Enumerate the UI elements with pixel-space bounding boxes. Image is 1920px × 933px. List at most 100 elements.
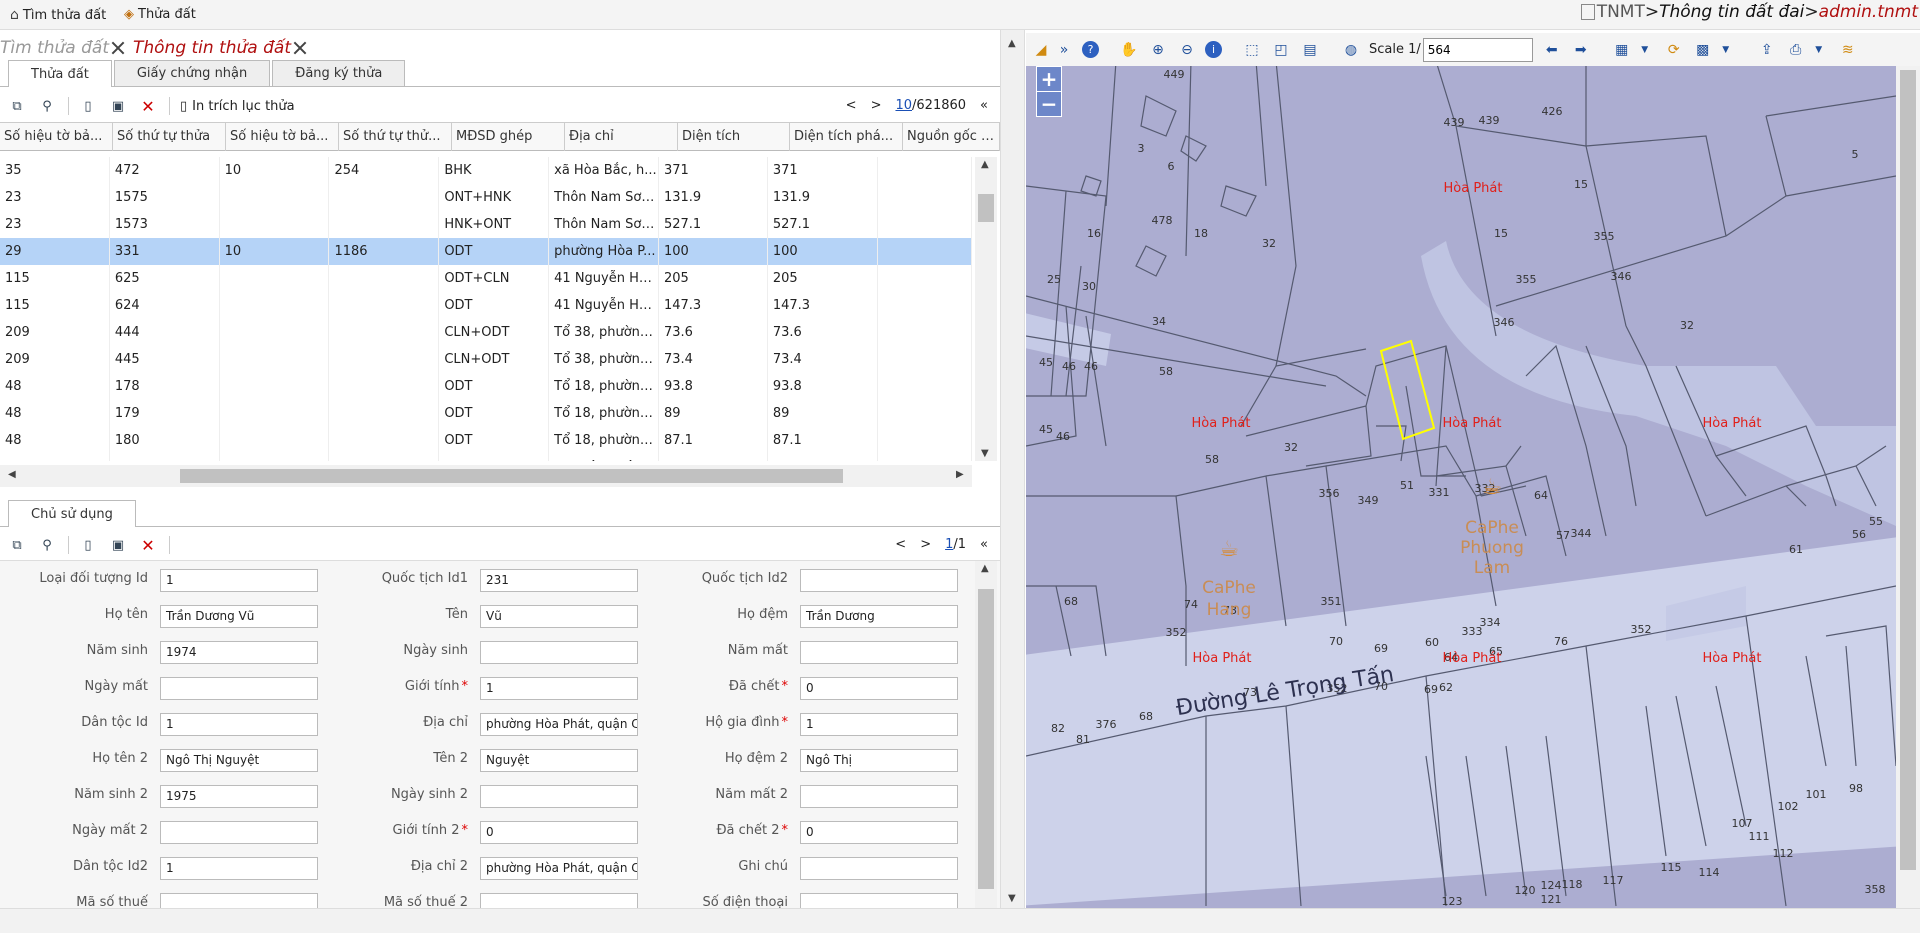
col-header[interactable]: Số hiệu tờ bả... [226, 123, 339, 151]
map-zoom-out-button[interactable]: − [1036, 91, 1062, 117]
table-row[interactable]: 48 178 ODT Tổ 18, phường... 93.8 93.8 [0, 373, 972, 400]
col-header[interactable]: Diện tích [678, 123, 790, 151]
pager-current[interactable]: 10 [895, 98, 912, 113]
help-icon[interactable]: ? [1082, 41, 1099, 58]
pager-prev[interactable]: < [895, 537, 906, 552]
scroll-right-icon[interactable]: ▶ [956, 469, 964, 480]
save-icon[interactable]: ▣ [109, 536, 127, 554]
pager-next[interactable]: > [920, 537, 931, 552]
zoom-in-icon[interactable]: ⊕ [1147, 39, 1169, 61]
tab-chu-su-dung[interactable]: Chủ sử dụng [8, 500, 136, 527]
pager-collapse[interactable]: « [980, 98, 988, 113]
form-vertical-scrollbar[interactable]: ▲ [975, 561, 997, 908]
refresh-icon[interactable]: ⟳ [1663, 39, 1685, 61]
col-header[interactable]: Nguồn gốc hì... [903, 123, 1000, 151]
pager-prev[interactable]: < [846, 98, 857, 113]
delete-icon[interactable]: ✕ [139, 97, 157, 116]
measure-icon[interactable]: ◰ [1270, 39, 1292, 61]
zoom-out-icon[interactable]: ⊖ [1176, 39, 1198, 61]
new-doc-icon[interactable]: ▯ [79, 536, 97, 554]
map-canvas[interactable]: 449 426 439 439 5 3 6 478 18 32 15 15 355 346 355 346 32… [1026, 66, 1896, 908]
field-input[interactable]: Vũ [480, 605, 638, 628]
close-icon[interactable] [293, 41, 307, 55]
dropdown-icon[interactable]: ▼ [1634, 39, 1656, 61]
tab-dang-ky-thua[interactable]: Đăng ký thửa [272, 60, 406, 86]
field-input[interactable]: Ngô Thị [800, 749, 958, 772]
menu-thua-dat[interactable]: ◈ Thửa đất [124, 7, 196, 22]
field-input[interactable]: 1 [160, 713, 318, 736]
field-input[interactable]: 0 [800, 821, 958, 844]
tab-giay-chung-nhan[interactable]: Giấy chứng nhận [113, 60, 271, 86]
panel-splitter[interactable]: ▲ ▼ [1000, 30, 1025, 908]
field-input[interactable]: Trần Dương Vũ [160, 605, 318, 628]
field-input[interactable]: 0 [480, 821, 638, 844]
double-chevron-icon[interactable]: » [1053, 39, 1075, 61]
scroll-down-icon[interactable]: ▼ [1008, 893, 1016, 904]
col-header[interactable]: Số thứ tự thửa [113, 123, 226, 151]
scroll-up-icon[interactable]: ▲ [981, 563, 989, 574]
grid-horizontal-scrollbar[interactable]: ◀ ▶ [0, 465, 972, 487]
field-input[interactable]: Trần Dương [800, 605, 958, 628]
delete-icon[interactable]: ✕ [139, 536, 157, 555]
dropdown-icon[interactable]: ▼ [1808, 39, 1830, 61]
field-input[interactable] [800, 857, 958, 880]
col-header[interactable]: Số hiệu tờ bả... [0, 123, 113, 151]
save-icon[interactable]: ▣ [109, 97, 127, 115]
col-header[interactable]: MĐSD ghép [452, 123, 565, 151]
cadastral-map[interactable]: 449 426 439 439 5 3 6 478 18 32 15 15 355 346 355 346 32… [1026, 66, 1896, 908]
table-row[interactable]: 115 624 ODT 41 Nguyễn Hu... 147.3 147.3 [0, 292, 972, 319]
table-row[interactable]: 209 444 CLN+ODT Tổ 38, phường... 73.6 73.6 [0, 319, 972, 346]
arrow-right-icon[interactable]: ➡ [1570, 39, 1592, 61]
scale-input[interactable] [1422, 37, 1533, 62]
table-row[interactable]: 35 472 10 254 BHK xã Hòa Bắc, h... 371 371 [0, 157, 972, 184]
search-icon[interactable]: ⚲ [38, 97, 56, 115]
copy-icon[interactable]: ⧉ [8, 536, 26, 554]
field-input[interactable]: 1975 [160, 785, 318, 808]
breadcrumb-tnmt[interactable]: TNMT [1597, 2, 1645, 22]
field-input[interactable] [800, 785, 958, 808]
field-input[interactable] [800, 641, 958, 664]
field-input[interactable] [480, 641, 638, 664]
print-icon[interactable]: ⎙ [1785, 39, 1807, 61]
table-row[interactable]: 23 1573 HNK+ONT Thôn Nam Sơn... 527.1 527.1 [0, 211, 972, 238]
info-icon[interactable]: i [1205, 41, 1222, 58]
table-row[interactable]: 29 331 10 1186 ODT phường Hòa P... 100 100 [0, 238, 972, 265]
scroll-up-icon[interactable]: ▲ [981, 159, 989, 170]
layers-grid-icon[interactable]: ▦ [1611, 39, 1633, 61]
globe-icon[interactable]: ◍ [1340, 39, 1362, 61]
pager-collapse[interactable]: « [980, 537, 988, 552]
field-input[interactable]: phường Hòa Phát, quận Cẩm Lệ [480, 857, 638, 880]
grid-select-icon[interactable]: ▩ [1692, 39, 1714, 61]
doc-tab-thong-tin-thua-dat[interactable]: Thông tin thửa đất [133, 38, 307, 58]
doc-tab-tim-thua-dat[interactable]: Tìm thửa đất [0, 38, 125, 58]
field-input[interactable]: 0 [800, 677, 958, 700]
table-row[interactable]: 23 1575 ONT+HNK Thôn Nam Sơn... 131.9 131.9 [0, 184, 972, 211]
field-input[interactable]: 1 [480, 677, 638, 700]
print-extract-button[interactable]: ▯ In trích lục thửa [180, 99, 295, 114]
field-input[interactable]: 1 [160, 857, 318, 880]
field-input[interactable] [480, 893, 638, 908]
field-input[interactable]: 231 [480, 569, 638, 592]
col-header[interactable]: Diện tích phá... [790, 123, 903, 151]
field-input[interactable]: phường Hòa Phát, quận Cẩm Lệ [480, 713, 638, 736]
field-input[interactable]: 1 [800, 713, 958, 736]
field-input[interactable]: Ngô Thị Nguyệt [160, 749, 318, 772]
map-vertical-scrollbar[interactable] [1896, 66, 1920, 908]
scroll-down-icon[interactable]: ▼ [981, 448, 989, 459]
pager-next[interactable]: > [871, 98, 882, 113]
select-icon[interactable]: ⬚ [1241, 39, 1263, 61]
tab-thua-dat[interactable]: Thửa đất [8, 60, 112, 87]
field-input[interactable] [160, 821, 318, 844]
breadcrumb-user[interactable]: admin.tnmt [1819, 2, 1918, 22]
copy-icon[interactable]: ⧉ [8, 97, 26, 115]
field-input[interactable]: Nguyệt [480, 749, 638, 772]
table-row[interactable]: 209 445 CLN+ODT Tổ 38, phường... 73.4 73.4 [0, 346, 972, 373]
scroll-up-icon[interactable]: ▲ [1008, 38, 1016, 49]
table-row[interactable]: 48 180 ODT Tổ 18, phường... 87.1 87.1 [0, 427, 972, 454]
field-input[interactable]: 1974 [160, 641, 318, 664]
table-row[interactable]: 48 179 ODT Tổ 18, phường... 89 89 [0, 400, 972, 427]
table-icon[interactable]: ▤ [1299, 39, 1321, 61]
grid-vertical-scrollbar[interactable]: ▲ ▼ [975, 157, 997, 461]
export-icon[interactable]: ⇪ [1756, 39, 1778, 61]
expand-icon[interactable]: ◢ [1030, 39, 1052, 61]
